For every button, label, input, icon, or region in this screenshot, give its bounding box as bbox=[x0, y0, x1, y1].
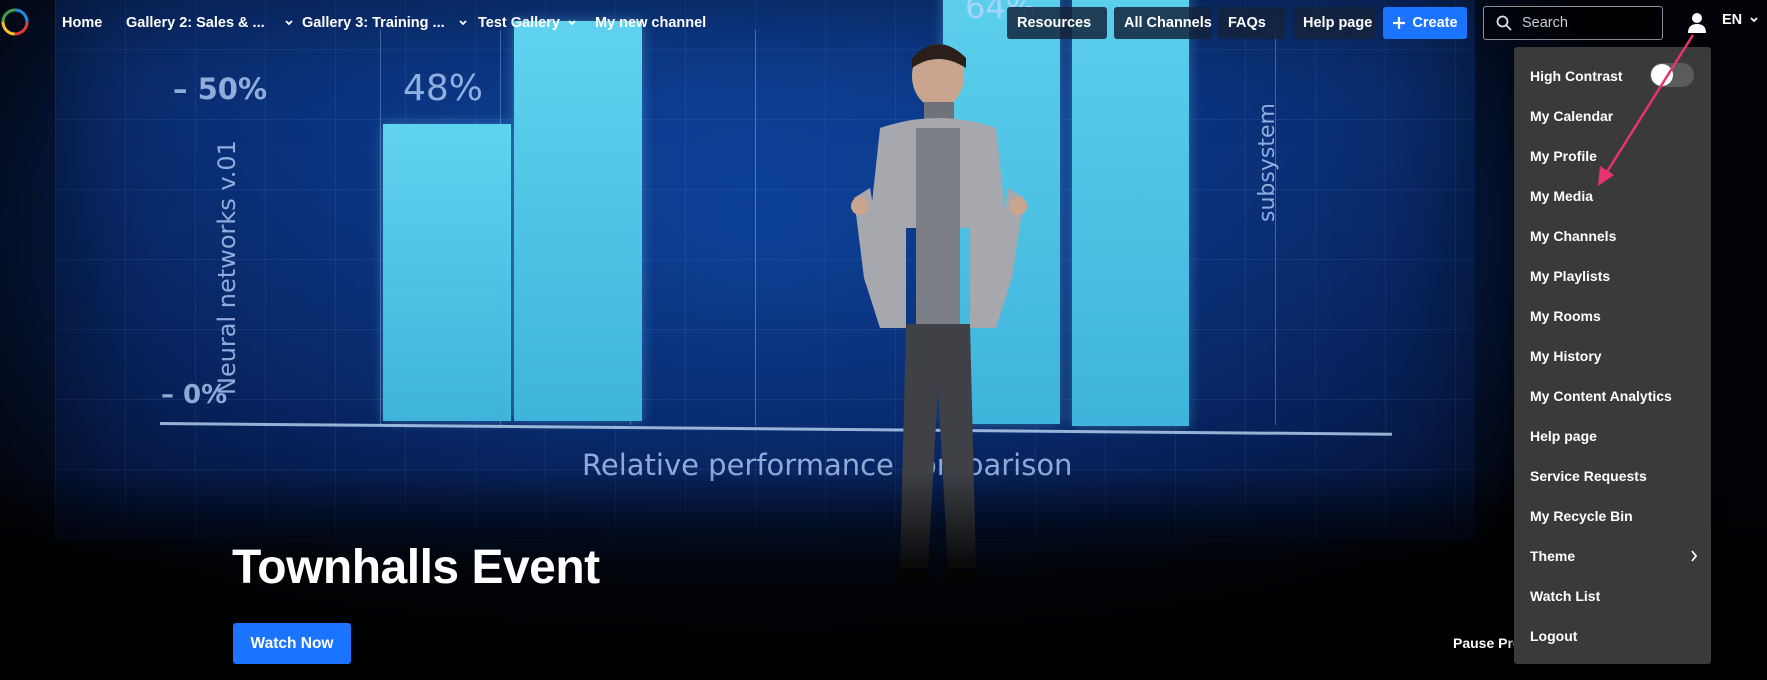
nav-gallery-3[interactable]: Gallery 3: Training ... bbox=[302, 12, 467, 34]
nav-my-new-channel[interactable]: My new channel bbox=[595, 12, 706, 34]
language-selector[interactable]: EN bbox=[1722, 12, 1758, 28]
menu-item-my-channels[interactable]: My Channels bbox=[1530, 228, 1616, 244]
menu-item-service-requests[interactable]: Service Requests bbox=[1530, 468, 1647, 484]
hero-backdrop-screen: – 50% – 0% 48% 64% Neural networks v.01 … bbox=[55, 0, 1475, 540]
chevron-down-icon bbox=[285, 20, 293, 26]
user-icon[interactable] bbox=[1687, 12, 1707, 34]
chevron-right-icon bbox=[1691, 550, 1698, 562]
nav-home[interactable]: Home bbox=[62, 12, 102, 34]
menu-item-my-calendar[interactable]: My Calendar bbox=[1530, 108, 1613, 124]
backdrop-label-50: – 50% bbox=[173, 72, 268, 106]
top-navigation: Home Gallery 2: Sales & ... Gallery 3: T… bbox=[0, 0, 1767, 46]
search-input[interactable] bbox=[1520, 14, 1654, 32]
menu-item-theme[interactable]: Theme bbox=[1530, 548, 1575, 564]
nav-all-channels-label: All Channels bbox=[1124, 15, 1212, 31]
nav-test-gallery[interactable]: Test Gallery bbox=[478, 12, 576, 34]
backdrop-vertical-label-right: subsystem bbox=[1255, 103, 1280, 222]
menu-item-watch-list[interactable]: Watch List bbox=[1530, 588, 1600, 604]
nav-home-label: Home bbox=[62, 15, 103, 31]
create-button-label: Create bbox=[1412, 15, 1458, 31]
menu-item-my-profile[interactable]: My Profile bbox=[1530, 148, 1597, 164]
nav-my-new-channel-label: My new channel bbox=[595, 15, 707, 31]
nav-help-page-label: Help page bbox=[1303, 15, 1373, 31]
nav-gallery-3-label: Gallery 3: Training ... bbox=[302, 15, 445, 31]
nav-help-page[interactable]: Help page bbox=[1293, 7, 1375, 39]
backdrop-bar-label-48: 48% bbox=[403, 68, 484, 109]
nav-test-gallery-label: Test Gallery bbox=[478, 15, 560, 31]
chevron-down-icon bbox=[1273, 22, 1275, 24]
menu-item-my-playlists[interactable]: My Playlists bbox=[1530, 268, 1610, 284]
nav-faqs[interactable]: FAQs bbox=[1218, 7, 1285, 39]
menu-item-high-contrast[interactable]: High Contrast bbox=[1530, 68, 1623, 84]
plus-icon bbox=[1393, 17, 1406, 29]
menu-item-help-page[interactable]: Help page bbox=[1530, 428, 1597, 444]
chevron-down-icon bbox=[1750, 17, 1758, 23]
nav-faqs-label: FAQs bbox=[1228, 15, 1266, 31]
chevron-down-icon bbox=[568, 20, 576, 26]
nav-gallery-2-label: Gallery 2: Sales & ... bbox=[126, 15, 265, 31]
watch-now-button[interactable]: Watch Now bbox=[233, 623, 351, 664]
nav-resources[interactable]: Resources bbox=[1007, 7, 1107, 39]
menu-item-my-media[interactable]: My Media bbox=[1530, 188, 1593, 204]
menu-item-my-rooms[interactable]: My Rooms bbox=[1530, 308, 1601, 324]
backdrop-vertical-label: Neural networks v.01 bbox=[213, 140, 241, 395]
pause-presentation-link[interactable]: Pause Pre bbox=[1453, 635, 1521, 651]
create-button[interactable]: Create bbox=[1383, 7, 1467, 39]
search-box[interactable] bbox=[1483, 6, 1663, 40]
menu-item-logout[interactable]: Logout bbox=[1530, 628, 1577, 644]
high-contrast-toggle[interactable] bbox=[1650, 63, 1694, 87]
chevron-down-icon bbox=[459, 20, 467, 26]
toggle-knob bbox=[1651, 64, 1673, 86]
menu-item-my-history[interactable]: My History bbox=[1530, 348, 1602, 364]
backdrop-bar bbox=[514, 21, 642, 421]
watch-now-label: Watch Now bbox=[250, 634, 334, 652]
search-icon bbox=[1496, 15, 1512, 31]
user-menu: High Contrast My Calendar My Profile My … bbox=[1514, 47, 1711, 664]
nav-all-channels[interactable]: All Channels bbox=[1114, 7, 1212, 39]
site-logo-icon[interactable] bbox=[0, 7, 30, 37]
menu-item-my-content-analytics[interactable]: My Content Analytics bbox=[1530, 388, 1672, 404]
menu-item-my-recycle-bin[interactable]: My Recycle Bin bbox=[1530, 508, 1633, 524]
backdrop-bar bbox=[1072, 0, 1189, 426]
language-label: EN bbox=[1722, 12, 1743, 28]
hero-title: Townhalls Event bbox=[232, 541, 600, 594]
nav-resources-label: Resources bbox=[1017, 15, 1092, 31]
nav-gallery-2[interactable]: Gallery 2: Sales & ... bbox=[126, 12, 293, 34]
backdrop-bar bbox=[383, 124, 511, 421]
